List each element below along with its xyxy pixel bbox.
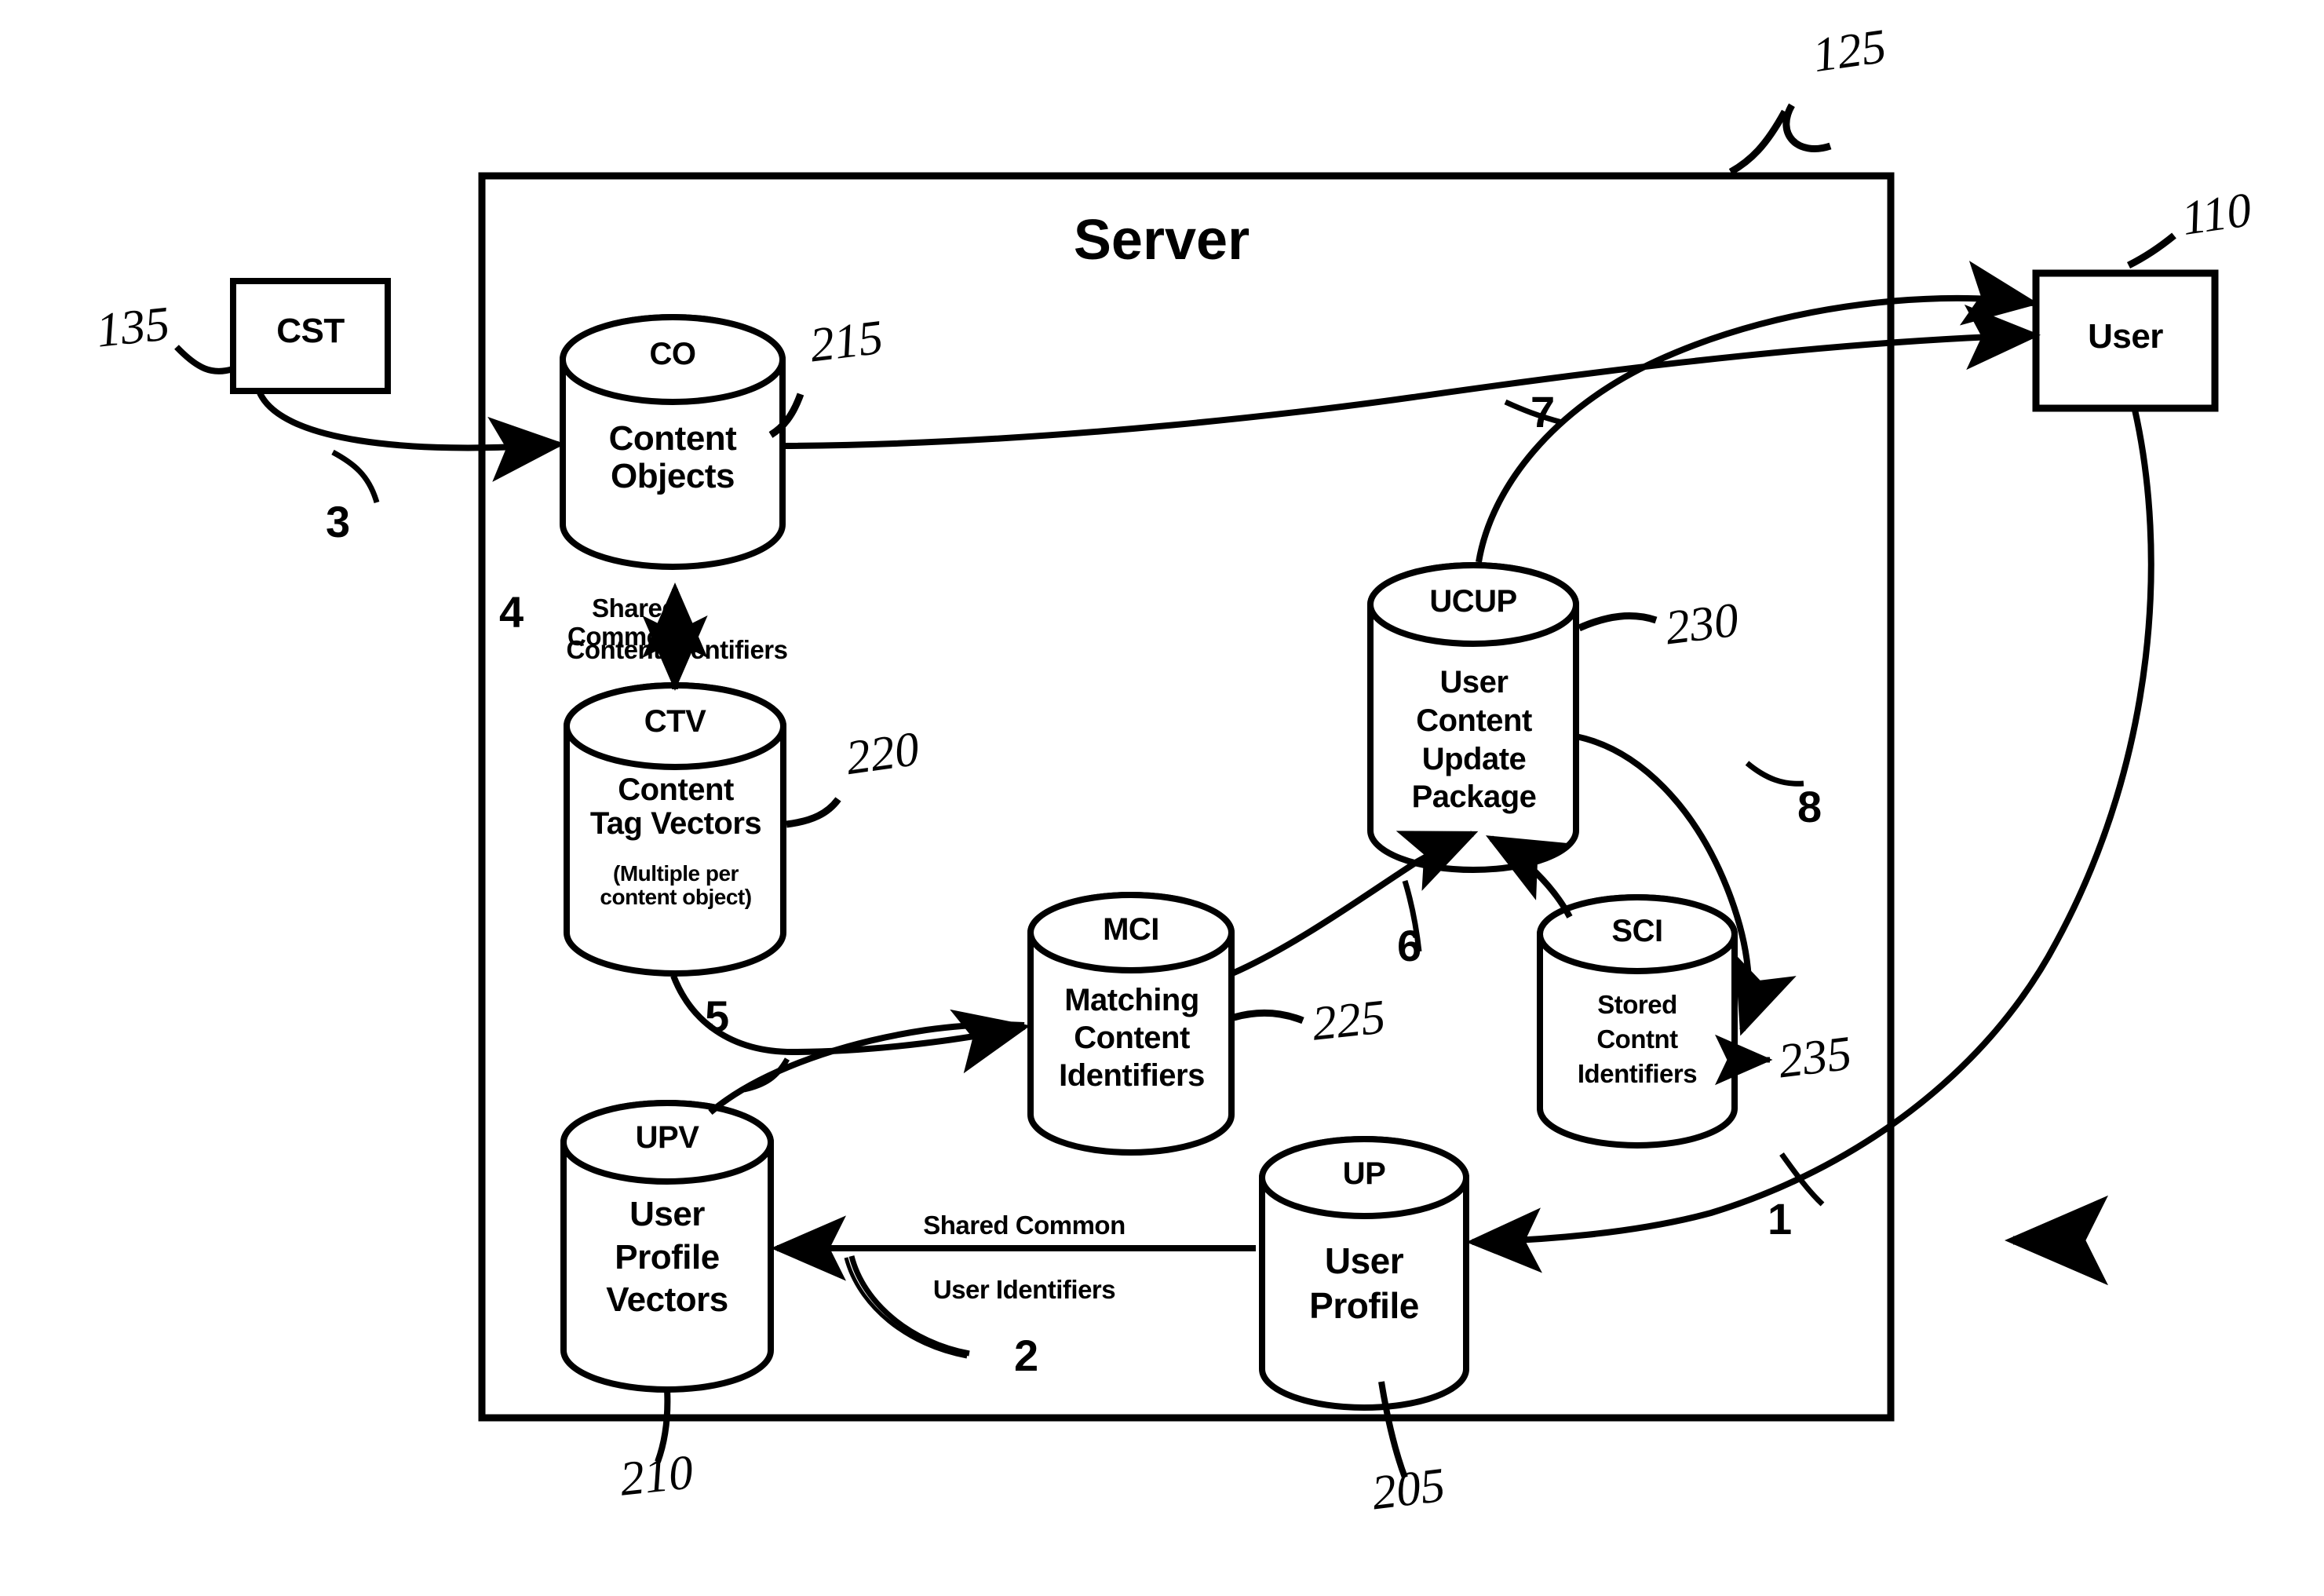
ref-numeral-220: 220 xyxy=(842,721,923,786)
step-number-7: 7 xyxy=(1530,387,1556,436)
cst-box-label: CST xyxy=(276,312,345,350)
user-box-label: User xyxy=(2088,317,2163,356)
flow-link-co-user xyxy=(782,304,2041,449)
ref-numeral-205: 205 xyxy=(1369,1458,1448,1521)
ref-numeral-235: 235 xyxy=(1775,1026,1855,1089)
ucup-tag-label: UCUP xyxy=(1429,584,1517,619)
step-number-1: 1 xyxy=(1768,1194,1793,1244)
co-name-label: Content Objects xyxy=(608,419,737,495)
step-number-5: 5 xyxy=(705,992,730,1041)
ref-leader-230 xyxy=(1578,612,1658,632)
step-number-3: 3 xyxy=(326,497,351,546)
ref-numeral-215: 215 xyxy=(807,310,886,373)
ref-numeral-210: 210 xyxy=(617,1445,696,1507)
flow-arrow-3 xyxy=(256,389,565,504)
ref-numeral-225: 225 xyxy=(1309,990,1388,1051)
step-number-4: 4 xyxy=(499,587,524,637)
ref-numeral-230: 230 xyxy=(1662,593,1742,656)
ctv-name-label: Content Tag Vectors xyxy=(589,772,762,842)
sci-name-label: Stored Contnt Identifiers xyxy=(1577,990,1698,1089)
up-tag-label: UP xyxy=(1342,1156,1386,1191)
ucup-name-label: User Content Update Package xyxy=(1411,665,1537,815)
ref-numeral-135: 135 xyxy=(93,297,173,358)
sci-tag-label: SCI xyxy=(1611,914,1663,948)
server-title: Server xyxy=(1073,209,1250,272)
ref-numeral-110: 110 xyxy=(2178,183,2255,246)
step-number-6: 6 xyxy=(1397,921,1422,970)
step-number-8: 8 xyxy=(1797,782,1822,831)
ref-leader-110 xyxy=(2126,232,2176,269)
user-identifiers-label-line2: User Identifiers xyxy=(932,1275,1116,1304)
mci-tag-label: MCI xyxy=(1103,912,1159,947)
upv-name-label: User Profile Vectors xyxy=(606,1195,728,1320)
mci-name-label: Matching Content Identifiers xyxy=(1059,983,1205,1093)
user-identifiers-label-line1: Shared Common xyxy=(923,1211,1126,1240)
ctv-sub-label: (Multiple per content object) xyxy=(600,861,752,910)
ref-numeral-125: 125 xyxy=(1809,19,1890,83)
upv-tag-label: UPV xyxy=(635,1120,699,1155)
step-number-2: 2 xyxy=(1014,1331,1039,1380)
patent-figure-canvas: Server CST User CO Content Objects CTV C… xyxy=(0,0,2324,1596)
ref-leader-220 xyxy=(786,797,841,828)
ref-leader-135 xyxy=(174,345,235,374)
ctv-tag-label: CTV xyxy=(644,704,706,739)
content-identifiers-label-line2: Content Identifiers xyxy=(566,635,788,664)
up-name-label: User Profile xyxy=(1309,1240,1419,1327)
co-tag-label: CO xyxy=(649,337,697,371)
ref-leader-125 xyxy=(1728,103,1832,175)
ref-leader-225 xyxy=(1232,1009,1304,1024)
